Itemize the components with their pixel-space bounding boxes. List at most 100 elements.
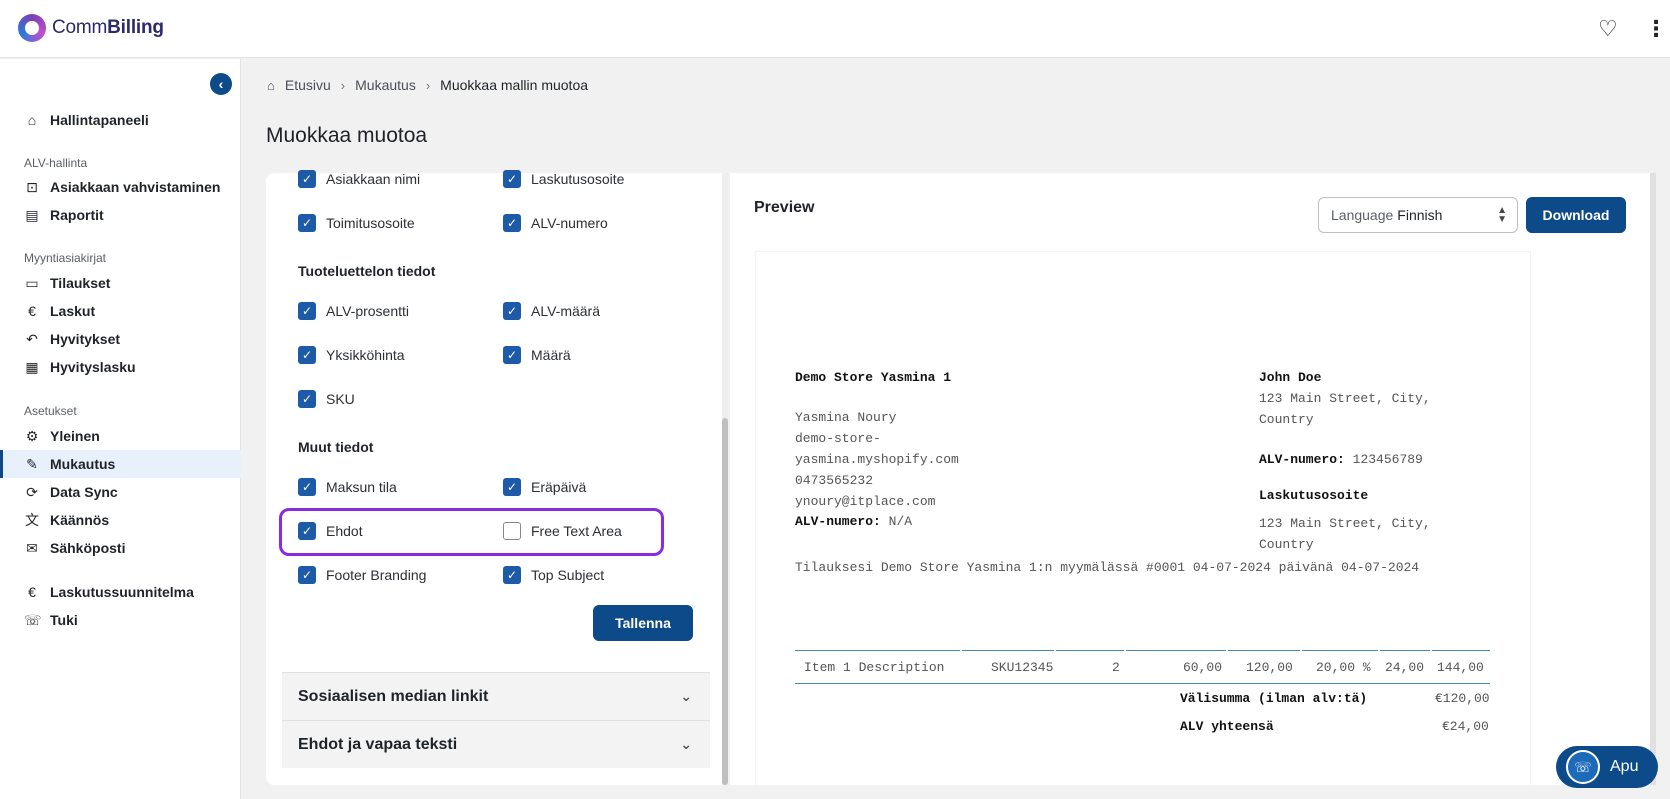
table-row-divider [795,683,1490,684]
preview-title: Preview [754,199,815,216]
checkbox-customer-name[interactable]: ✓ [298,170,316,188]
sidebar-section-sales: Myyntiasiakirjat [24,251,107,265]
sidebar-item-customization[interactable]: ✎ Mukautus [0,450,241,478]
checkbox-vat-number[interactable]: ✓ [503,214,521,232]
sidebar-item-label: Hyvitykset [50,331,121,347]
option-label: Eräpäivä [531,479,587,495]
store-vat-label: ALV-numero: [795,514,881,529]
heart-icon[interactable]: ♡ [1598,16,1618,42]
store-line: demo-store- [795,431,881,446]
option-label: Asiakkaan nimi [326,171,421,187]
settings-scrollbar[interactable] [722,173,728,785]
checkbox-sku[interactable]: ✓ [298,390,316,408]
sidebar-item-translations[interactable]: 文 Käännös [0,506,241,534]
download-button[interactable]: Download [1526,197,1626,233]
breadcrumb-parent[interactable]: Mukautus [355,77,416,93]
option-sku: ✓ SKU [298,390,355,408]
sidebar-item-label: Tilaukset [50,275,111,291]
sidebar-item-reports[interactable]: ▤ Raportit [0,201,241,229]
top-bar: CommBilling ♡ ⋮ [0,0,1670,58]
store-vat: ALV-numero: N/A [795,514,912,529]
checkbox-shipping-address[interactable]: ✓ [298,214,316,232]
checkbox-top-subject[interactable]: ✓ [503,566,521,584]
table-header-line [795,650,960,651]
sidebar-item-invoices[interactable]: € Laskut [0,297,241,325]
sidebar-item-data-sync[interactable]: ⟳ Data Sync [0,478,241,506]
chevron-down-icon: ⌄ [680,736,692,752]
sidebar-item-orders[interactable]: ▭ Tilaukset [0,269,241,297]
sidebar-item-label: Mukautus [50,456,116,472]
billing-title: Laskutusosoite [1259,488,1369,503]
checkbox-terms[interactable]: ✓ [298,522,316,540]
checkbox-billing-address[interactable]: ✓ [503,170,521,188]
sidebar-item-email[interactable]: ✉ Sähköposti [0,534,241,562]
option-label: Free Text Area [531,523,622,539]
breadcrumb-home[interactable]: Etusivu [285,77,331,93]
chevron-right-icon: › [425,77,431,93]
sidebar-section-settings: Asetukset [24,404,77,418]
sidebar-item-label: Laskut [50,303,96,319]
mail-icon: ✉ [26,540,38,556]
accordion-terms-free-text[interactable]: Ehdot ja vapaa teksti ⌄ [282,720,710,768]
customer-vat-value: 123456789 [1352,452,1423,467]
option-label: Maksun tila [326,479,397,495]
checkbox-payment-status[interactable]: ✓ [298,478,316,496]
sidebar-item-general[interactable]: ⚙ Yleinen [0,422,241,450]
customer-address: 123 Main Street, City, [1259,391,1431,406]
item-total: 120,00 [1246,660,1293,675]
help-button[interactable]: ☏ Apu [1556,746,1658,788]
checkbox-vat-percent[interactable]: ✓ [298,302,316,320]
app-logo[interactable]: CommBilling [18,14,164,42]
preview-scrollbar[interactable] [1650,173,1656,785]
checkbox-due-date[interactable]: ✓ [503,478,521,496]
item-qty: 2 [1112,660,1120,675]
option-label: Ehdot [326,523,363,539]
translate-icon: 文 [25,512,39,528]
accordion-social-links[interactable]: Sosiaalisen median linkit ⌄ [282,672,710,720]
sidebar-item-refunds[interactable]: ↶ Hyvitykset [0,325,241,353]
sidebar-collapse-button[interactable]: ‹ [210,73,232,95]
table-header-line [1380,650,1430,651]
sidebar-item-customer-verification[interactable]: ⊡ Asiakkaan vahvistaminen [0,173,241,201]
accordion-label: Ehdot ja vapaa teksti [298,735,458,753]
option-free-text-area: Free Text Area [503,522,622,540]
sidebar-item-billing-plan[interactable]: € Laskutussuunnitelma [0,578,241,606]
chevron-left-icon: ‹ [218,76,224,92]
checkbox-vat-amount[interactable]: ✓ [503,302,521,320]
checkbox-footer-branding[interactable]: ✓ [298,566,316,584]
option-label: Top Subject [531,567,605,583]
vat-total-label: ALV yhteensä [1180,719,1274,734]
sidebar-item-dashboard[interactable]: ⌂ Hallintapaneeli [0,106,241,134]
option-vat-amount: ✓ ALV-määrä [503,302,600,320]
home-icon: ⌂ [267,77,275,93]
checkbox-free-text-area[interactable] [503,522,521,540]
save-button[interactable]: Tallenna [593,605,693,641]
language-select[interactable]: Language Finnish ▲ ▼ [1318,197,1518,233]
gear-icon: ⚙ [25,428,39,444]
sidebar-item-label: Käännös [50,512,110,528]
option-label: ALV-määrä [531,303,600,319]
more-vertical-icon[interactable]: ⋮ [1645,16,1667,42]
billing-address: 123 Main Street, City, [1259,516,1431,531]
table-header-line [962,650,1054,651]
option-billing-address: ✓ Laskutusosoite [503,170,624,188]
table-header-line [1302,650,1378,651]
sidebar-item-support[interactable]: ☏ Tuki [0,606,241,634]
checkbox-unit-price[interactable]: ✓ [298,346,316,364]
item-gross: 144,00 [1437,660,1484,675]
sidebar-item-credit-notes[interactable]: ▦ Hyvityslasku [0,353,241,381]
sidebar-item-label: Hallintapaneeli [50,112,149,128]
option-label: Määrä [531,347,571,363]
option-top-subject: ✓ Top Subject [503,566,604,584]
sidebar-item-label: Raportit [50,207,104,223]
option-payment-status: ✓ Maksun tila [298,478,397,496]
sidebar-item-label: Data Sync [50,484,118,500]
store-line: 0473565232 [795,473,874,488]
euro-doc-icon: € [28,303,36,319]
percent-doc-icon: ⊡ [26,179,38,195]
home-icon: ⌂ [27,112,37,128]
checkbox-quantity[interactable]: ✓ [503,346,521,364]
item-vat-amount: 24,00 [1385,660,1425,675]
scrollbar-thumb[interactable] [722,418,728,785]
refund-icon: ↶ [26,331,38,347]
